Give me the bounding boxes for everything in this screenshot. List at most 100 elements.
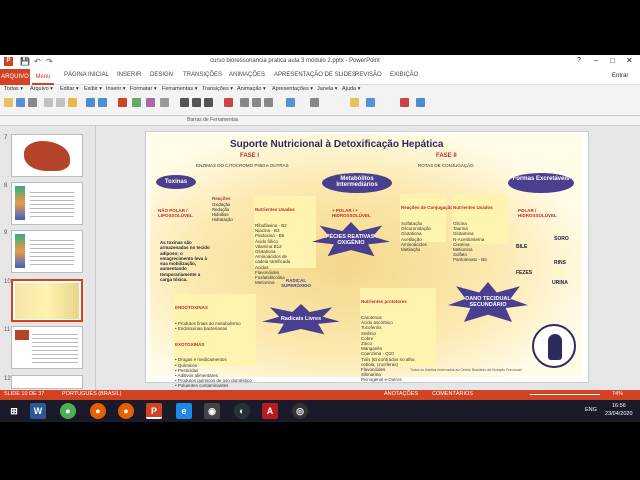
- slideshow-icon[interactable]: [286, 98, 295, 107]
- windows-start-icon[interactable]: ⊞: [6, 403, 22, 419]
- copy-icon[interactable]: [56, 98, 65, 107]
- tab-apresentacao[interactable]: APRESENTAÇÃO DE SLIDES: [274, 72, 356, 78]
- thumb-number: 9: [4, 230, 8, 236]
- comments-button[interactable]: COMENTÁRIOS: [432, 391, 473, 397]
- zoom-level[interactable]: 74%: [612, 391, 623, 397]
- bold-icon[interactable]: [180, 98, 189, 107]
- tab-menu[interactable]: Menu: [32, 69, 54, 85]
- exotoxins-list: • Drogas e medicamentos • Químicos • Pes…: [175, 357, 252, 393]
- text-lines: [30, 189, 74, 217]
- picture-icon[interactable]: [132, 98, 141, 107]
- underline-icon[interactable]: [204, 98, 213, 107]
- tab-arquivo[interactable]: ARQUIVO: [0, 69, 30, 85]
- help-icon[interactable]: ?: [577, 57, 581, 64]
- undo-toolbar-icon[interactable]: [86, 98, 95, 107]
- text-lines: [32, 331, 78, 363]
- tab-animacoes[interactable]: ANIMAÇÕES: [229, 72, 265, 78]
- maximize-button[interactable]: □: [610, 56, 615, 65]
- slide-thumbnail-8[interactable]: [11, 182, 83, 225]
- media-icon[interactable]: ◉: [204, 403, 220, 419]
- copyright-credit: Todos os direitos reservados ao Centro B…: [410, 368, 522, 372]
- cut-icon[interactable]: [44, 98, 53, 107]
- sign-in-link[interactable]: Entrar: [612, 73, 628, 79]
- phase2-nutrients-header: Nutrientes Usados: [453, 205, 493, 211]
- shapes-icon[interactable]: [350, 98, 359, 107]
- tab-pagina-inicial[interactable]: PÁGINA INICIAL: [64, 72, 109, 78]
- clock-time[interactable]: 16:56: [612, 403, 626, 409]
- menu-janela[interactable]: Janela ▾: [317, 86, 338, 92]
- poster: Suporte Nutricional à Detoxificação Hepá…: [150, 134, 582, 394]
- save-icon[interactable]: 💾: [20, 57, 30, 66]
- firefox-icon[interactable]: ●: [90, 403, 106, 419]
- acrobat-icon[interactable]: A: [262, 403, 278, 419]
- print-icon[interactable]: [28, 98, 37, 107]
- align-left-icon[interactable]: [240, 98, 249, 107]
- window-title: curso bioressonancia pratica aula 3 módu…: [210, 58, 380, 64]
- logo-figure: [548, 334, 562, 360]
- arrange-icon[interactable]: [366, 98, 375, 107]
- phase2-nutrients-list: Glicina Taurina Glutamina N-Acetilcisteí…: [453, 221, 487, 263]
- internet-explorer-icon[interactable]: e: [176, 403, 192, 419]
- menu-arquivo[interactable]: Arquivo ▾: [30, 86, 53, 92]
- undo-icon[interactable]: ↶: [34, 57, 41, 66]
- menu-animacao[interactable]: Animação ▾: [237, 86, 266, 92]
- minimize-button[interactable]: –: [594, 56, 598, 65]
- protective-nutrients-box: Nutrientes protetores Carotenos Ácido as…: [360, 288, 436, 382]
- word-icon[interactable]: W: [30, 403, 46, 419]
- table-icon[interactable]: [160, 98, 169, 107]
- paste-icon[interactable]: [68, 98, 77, 107]
- enzymes-label: ENZIMAS DO CITOCROMO P450 e OUTRAS: [196, 163, 289, 168]
- menu-ajuda[interactable]: Ajuda ▾: [342, 86, 360, 92]
- redo-toolbar-icon[interactable]: [98, 98, 107, 107]
- italic-icon[interactable]: [192, 98, 201, 107]
- menu-exibir[interactable]: Exibir ▾: [84, 86, 102, 92]
- toxins-sources-box: ENDOTOXINAS • Produtos finais do metabol…: [174, 294, 256, 394]
- help-toolbar-icon[interactable]: [416, 98, 425, 107]
- slide-thumbnail-11[interactable]: [11, 326, 83, 369]
- chrome-icon[interactable]: ●: [60, 403, 76, 419]
- notes-button[interactable]: ANOTAÇÕES: [384, 391, 418, 397]
- zoom-slider[interactable]: [530, 394, 600, 395]
- keyboard-language[interactable]: ENG: [585, 407, 597, 413]
- menu-ferramentas[interactable]: Ferramentas ▾: [162, 86, 197, 92]
- open-icon[interactable]: [4, 98, 13, 107]
- zoom-icon[interactable]: [310, 98, 319, 107]
- slide-thumbnail-7[interactable]: [11, 134, 83, 177]
- tab-inserir[interactable]: INSERIR: [117, 72, 141, 78]
- slide-thumbnail-10-selected[interactable]: [11, 279, 83, 322]
- chart-icon[interactable]: [146, 98, 155, 107]
- slide-thumbnail-12[interactable]: [11, 375, 83, 389]
- language-indicator[interactable]: PORTUGUÊS (BRASIL): [62, 391, 122, 397]
- tab-revisao[interactable]: REVISÃO: [355, 72, 382, 78]
- slide-thumbnail-9[interactable]: [11, 230, 83, 273]
- menu-formatar[interactable]: Formatar ▾: [130, 86, 157, 92]
- conjugation-reactions-header: Reações de Conjugação: [401, 205, 454, 211]
- menu-apresentacoes[interactable]: Apresentações ▾: [272, 86, 313, 92]
- title-bar: P 💾 ↶ ↷ curso bioressonancia pratica aul…: [0, 55, 640, 69]
- tab-design[interactable]: DESIGN: [150, 72, 173, 78]
- phase2-label: FASE II: [436, 153, 457, 159]
- align-center-icon[interactable]: [252, 98, 261, 107]
- tab-exibicao[interactable]: EXIBIÇÃO: [390, 72, 418, 78]
- metabolites-node: Metabólitos Intermediários: [322, 173, 392, 193]
- slide-thumbnails-pane[interactable]: 7 8 9 10 11 12: [0, 126, 96, 390]
- redo-icon[interactable]: ↷: [46, 57, 53, 66]
- record-icon[interactable]: [400, 98, 409, 107]
- menu-editar[interactable]: Editar ▾: [60, 86, 79, 92]
- tab-transicoes[interactable]: TRANSIÇÕES: [183, 72, 222, 78]
- app-icon[interactable]: ◐: [234, 403, 250, 419]
- toolbar: [0, 96, 640, 116]
- font-color-icon[interactable]: [224, 98, 233, 107]
- menu-inserir[interactable]: Inserir ▾: [106, 86, 126, 92]
- serum-label: SORO: [554, 236, 569, 242]
- menu-transicoes[interactable]: Transições ▾: [202, 86, 233, 92]
- powerpoint-taskbar-icon[interactable]: P: [146, 403, 162, 419]
- clock-date[interactable]: 23/04/2020: [605, 411, 633, 417]
- close-button[interactable]: ✕: [626, 56, 633, 65]
- align-right-icon[interactable]: [264, 98, 273, 107]
- save-toolbar-icon[interactable]: [16, 98, 25, 107]
- firefox-icon-2[interactable]: ●: [118, 403, 134, 419]
- menu-todas[interactable]: Todas ▾: [4, 86, 23, 92]
- new-slide-icon[interactable]: [118, 98, 127, 107]
- recorder-icon[interactable]: ◎: [292, 403, 308, 419]
